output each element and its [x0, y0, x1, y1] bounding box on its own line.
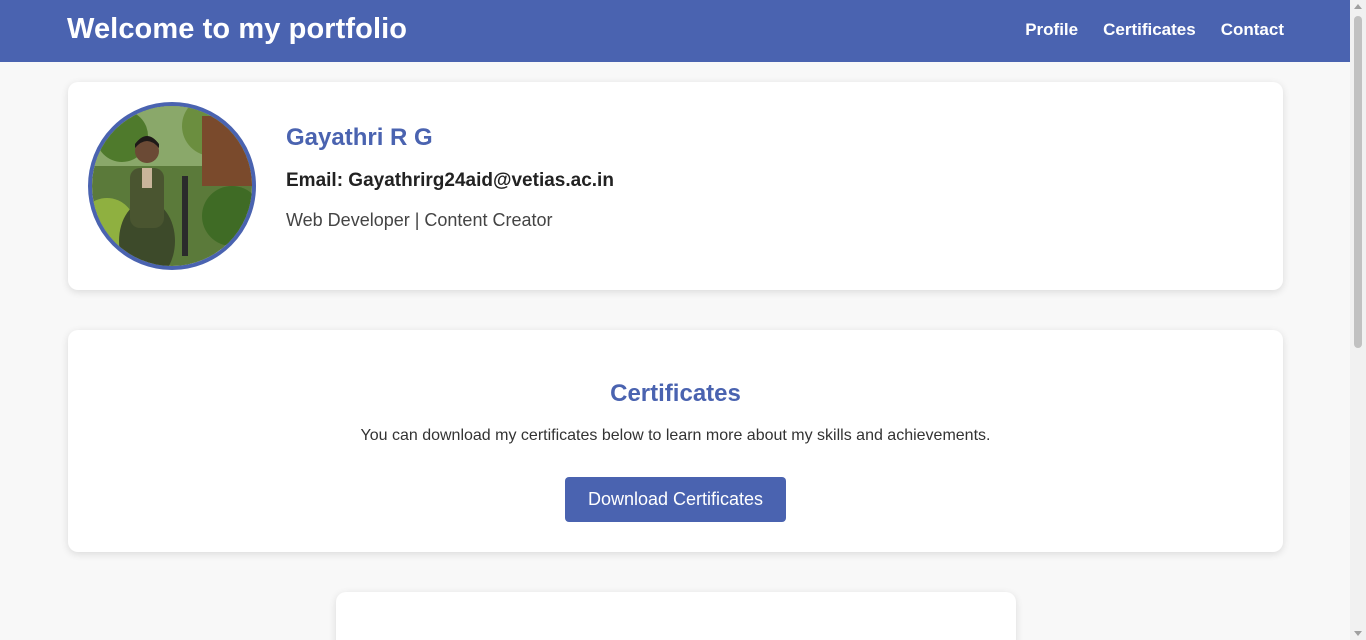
- profile-card: Gayathri R G Email: Gayathrirg24aid@veti…: [68, 82, 1283, 290]
- nav-link-profile[interactable]: Profile: [1025, 20, 1078, 40]
- profile-email: Email: Gayathrirg24aid@vetias.ac.in: [286, 170, 614, 191]
- page: Welcome to my portfolio Profile Certific…: [0, 0, 1366, 640]
- contact-card: [336, 592, 1016, 640]
- certificates-card: Certificates You can download my certifi…: [68, 330, 1283, 552]
- certificates-heading: Certificates: [610, 380, 741, 407]
- download-certificates-button[interactable]: Download Certificates: [565, 477, 786, 522]
- scroll-down-arrow-icon[interactable]: [1354, 631, 1362, 636]
- certificates-description: You can download my certificates below t…: [360, 427, 991, 444]
- scrollbar-thumb[interactable]: [1354, 16, 1362, 348]
- nav-link-contact[interactable]: Contact: [1221, 20, 1284, 40]
- scroll-up-arrow-icon[interactable]: [1354, 4, 1362, 9]
- top-navbar: Welcome to my portfolio Profile Certific…: [0, 0, 1350, 62]
- avatar: [88, 102, 256, 270]
- vertical-scrollbar[interactable]: [1350, 0, 1366, 640]
- profile-name: Gayathri R G: [286, 124, 433, 151]
- profile-role: Web Developer | Content Creator: [286, 210, 553, 230]
- profile-photo: [92, 106, 252, 266]
- site-title: Welcome to my portfolio: [67, 13, 408, 45]
- main-nav: Profile Certificates Contact: [1025, 20, 1284, 40]
- nav-link-certificates[interactable]: Certificates: [1103, 20, 1196, 40]
